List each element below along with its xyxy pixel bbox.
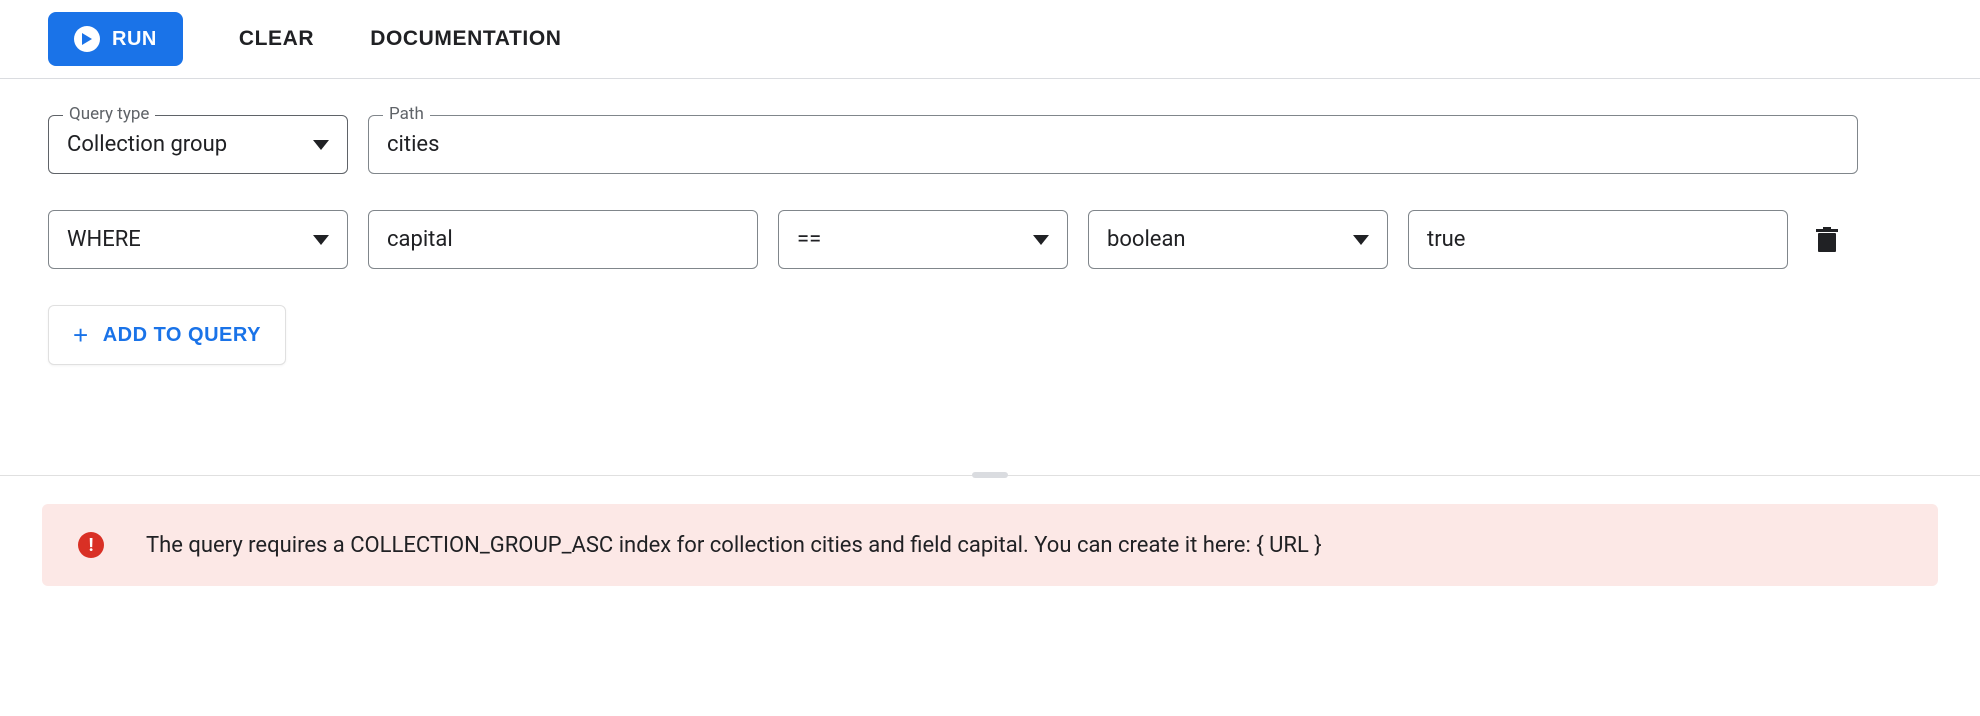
path-value: cities [387,132,1839,157]
run-button-label: RUN [112,28,157,51]
add-to-query-label: ADD TO QUERY [103,324,261,347]
chevron-down-icon [1353,235,1369,245]
error-message: The query requires a COLLECTION_GROUP_AS… [146,533,1322,558]
field-input[interactable]: capital [368,210,758,269]
add-to-query-button[interactable]: + ADD TO QUERY [48,305,286,365]
value-input[interactable]: true [1408,210,1788,269]
play-circle-icon [74,26,100,52]
query-type-value: Collection group [67,132,297,157]
plus-icon: + [73,322,89,348]
type-select[interactable]: boolean [1088,210,1388,269]
operator-value: == [797,227,1017,252]
chevron-down-icon [313,235,329,245]
query-type-label: Query type [63,104,155,124]
value-text: true [1427,227,1769,252]
error-banner: ! The query requires a COLLECTION_GROUP_… [42,504,1938,586]
clause-value: WHERE [67,227,297,252]
condition-row: WHERE capital == boolean true [48,210,1932,269]
query-header-row: Query type Collection group Path cities [48,115,1932,174]
resize-handle[interactable] [972,472,1008,478]
trash-icon [1816,227,1838,253]
query-type-select[interactable]: Query type Collection group [48,115,348,174]
chevron-down-icon [313,140,329,150]
toolbar: RUN CLEAR DOCUMENTATION [0,0,1980,79]
clause-select[interactable]: WHERE [48,210,348,269]
type-value: boolean [1107,227,1337,252]
delete-condition-button[interactable] [1808,210,1846,269]
panel-divider [0,475,1980,476]
path-input[interactable]: Path cities [368,115,1858,174]
field-value: capital [387,227,739,252]
chevron-down-icon [1033,235,1049,245]
run-button[interactable]: RUN [48,12,183,66]
documentation-button[interactable]: DOCUMENTATION [370,27,561,51]
operator-select[interactable]: == [778,210,1068,269]
query-builder: Query type Collection group Path cities … [0,79,1980,425]
error-icon: ! [78,532,104,558]
results-panel: ! The query requires a COLLECTION_GROUP_… [0,476,1980,614]
path-label: Path [383,104,430,124]
clear-button[interactable]: CLEAR [239,27,314,51]
